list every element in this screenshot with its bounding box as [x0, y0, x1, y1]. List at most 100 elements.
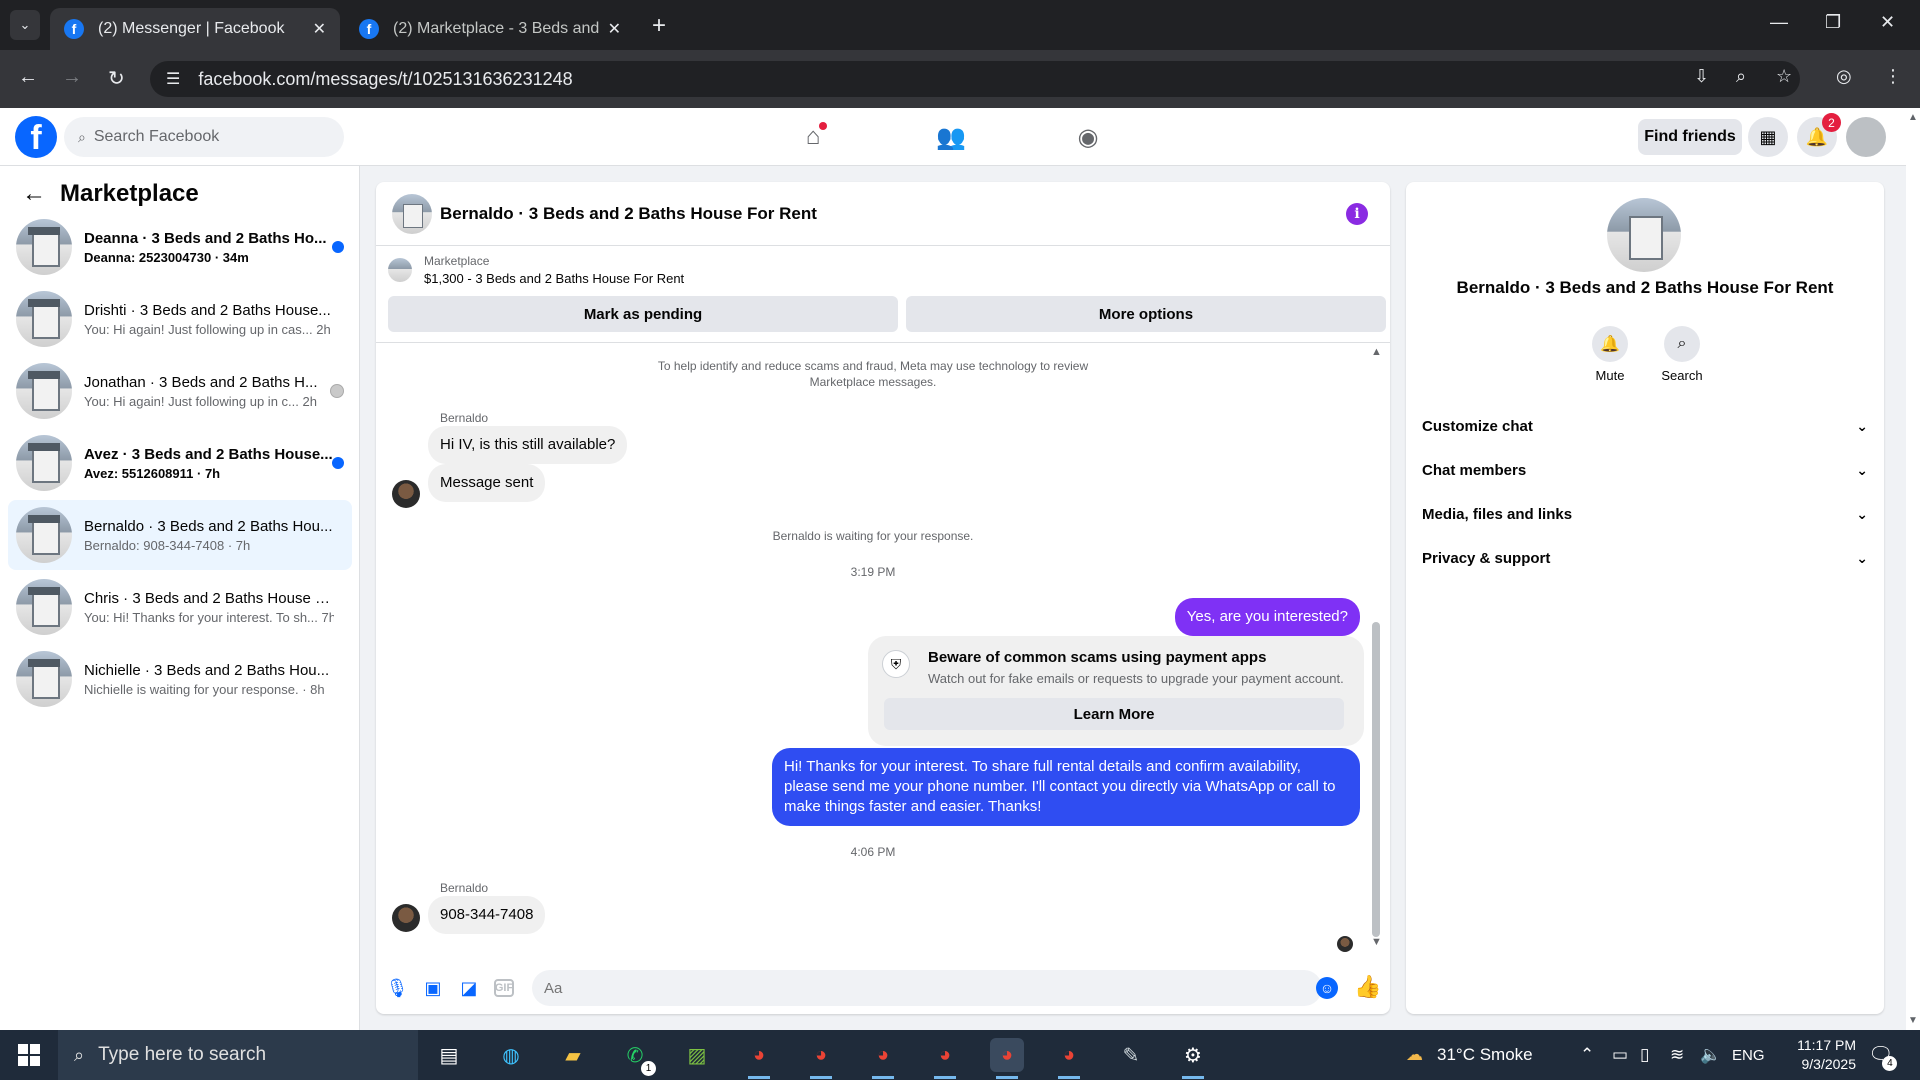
notification-center-icon[interactable]: 🗨 4 — [1868, 1042, 1898, 1071]
conversation-preview: Bernaldo: 908-344-7408 — [84, 537, 225, 553]
incoming-message[interactable]: 908-344-7408 — [428, 896, 546, 934]
tab-messenger[interactable]: f (2) Messenger | Facebook ✕ — [50, 8, 340, 50]
scroll-down-arrow-icon[interactable]: ▼ — [1371, 936, 1382, 948]
section-label: Customize chat — [1422, 417, 1533, 435]
sender-avatar[interactable] — [392, 904, 420, 932]
restore-icon[interactable]: ❐ — [1825, 12, 1841, 33]
conversation-item[interactable]: Chris · 3 Beds and 2 Baths House F... Yo… — [8, 572, 352, 642]
info-icon[interactable]: i — [1346, 203, 1368, 225]
scroll-up-arrow-icon[interactable]: ▲ — [1908, 112, 1918, 123]
scroll-down-arrow-icon[interactable]: ▼ — [1908, 1015, 1918, 1026]
close-window-icon[interactable]: ✕ — [1880, 12, 1895, 33]
account-avatar[interactable] — [1846, 117, 1886, 157]
conversation-item[interactable]: Nichielle · 3 Beds and 2 Baths Hou... Ni… — [8, 644, 352, 714]
sticker-icon[interactable]: ◪ — [458, 977, 480, 999]
chrome-profile-icon[interactable]: ◕ — [928, 1038, 962, 1079]
groups-nav-icon[interactable]: ◉ — [1068, 120, 1108, 154]
mute-action[interactable]: 🔔 Mute — [1580, 326, 1640, 383]
site-info-icon[interactable]: ☰ — [166, 69, 180, 89]
conversation-preview: You: Hi! Thanks for your interest. To sh… — [84, 609, 318, 625]
chat-scrollbar[interactable] — [1372, 622, 1380, 937]
message-input[interactable] — [532, 970, 1322, 1006]
incoming-message[interactable]: Message sent — [428, 464, 546, 502]
gif-icon[interactable]: GIF — [494, 979, 514, 997]
conversation-item[interactable]: Avez · 3 Beds and 2 Baths House... Avez:… — [8, 428, 352, 498]
settings-gear-icon[interactable]: ⚙ — [1176, 1038, 1210, 1079]
section-chat-members[interactable]: Chat members ⌄ — [1422, 450, 1868, 490]
scroll-up-arrow-icon[interactable]: ▲ — [1371, 346, 1382, 358]
profile-icon[interactable]: ◎ — [1836, 66, 1852, 87]
paint-app-icon[interactable]: ▨ — [680, 1038, 714, 1072]
taskbar-search-box[interactable]: ⌕ Type here to search — [58, 1030, 418, 1080]
windows-start-icon[interactable] — [18, 1044, 40, 1066]
back-arrow-icon[interactable]: ← — [22, 180, 46, 208]
show-hidden-icons-icon[interactable]: ⌃ — [1580, 1030, 1594, 1080]
outgoing-message[interactable]: Hi! Thanks for your interest. To share f… — [772, 748, 1360, 826]
task-view-icon[interactable]: ▤ — [432, 1038, 466, 1072]
page-scrollbar[interactable]: ▲ ▼ — [1906, 108, 1920, 1030]
battery-icon[interactable]: ▯ — [1640, 1030, 1649, 1080]
paint-brush-app-icon[interactable]: ✎ — [1114, 1038, 1148, 1072]
menu-kebab-icon[interactable]: ⋮ — [1884, 66, 1902, 87]
conversation-item-selected[interactable]: Bernaldo · 3 Beds and 2 Baths Hou... Ber… — [8, 500, 352, 570]
volume-icon[interactable]: 🔈 — [1700, 1030, 1721, 1080]
friends-nav-icon[interactable]: 👥 — [931, 120, 971, 154]
close-tab-icon[interactable]: ✕ — [313, 19, 326, 39]
forward-icon[interactable]: → — [62, 66, 82, 89]
listing-thumbnail — [16, 507, 72, 563]
back-icon[interactable]: ← — [18, 66, 38, 89]
zoom-icon[interactable]: ⌕ — [1736, 66, 1746, 87]
thumbs-up-icon[interactable]: 👍 — [1354, 974, 1381, 1000]
emoji-icon[interactable]: ☺ — [1316, 977, 1338, 999]
chrome-profile-icon[interactable]: ◕ — [742, 1038, 776, 1079]
incoming-message[interactable]: Hi IV, is this still available? — [428, 426, 628, 464]
bookmark-star-icon[interactable]: ☆ — [1776, 66, 1792, 87]
photo-attach-icon[interactable]: ▣ — [422, 977, 444, 999]
marketplace-listing-banner[interactable]: Marketplace $1,300 - 3 Beds and 2 Baths … — [388, 254, 684, 286]
search-action[interactable]: ⌕ Search — [1652, 326, 1712, 383]
whatsapp-icon[interactable]: ✆ 1 — [618, 1038, 656, 1076]
section-customize-chat[interactable]: Customize chat ⌄ — [1422, 406, 1868, 446]
close-tab-icon[interactable]: ✕ — [608, 19, 621, 39]
section-privacy-support[interactable]: Privacy & support ⌄ — [1422, 538, 1868, 578]
conversation-item[interactable]: Jonathan · 3 Beds and 2 Baths H... You: … — [8, 356, 352, 426]
tab-search-button[interactable]: ⌄ — [10, 10, 40, 40]
edge-browser-icon[interactable]: ◍ — [494, 1038, 528, 1072]
chrome-profile-icon[interactable]: ◕ — [1052, 1038, 1086, 1079]
conversation-item[interactable]: Deanna · 3 Beds and 2 Baths Ho... Deanna… — [8, 212, 352, 282]
notifications-bell-icon[interactable]: 🔔 2 — [1797, 113, 1841, 157]
system-clock[interactable]: 11:17 PM 9/3/2025 — [1780, 1036, 1856, 1074]
facebook-search-input[interactable]: ⌕ Search Facebook — [64, 117, 344, 157]
language-indicator[interactable]: ENG — [1732, 1030, 1765, 1080]
chat-title[interactable]: Bernaldo · 3 Beds and 2 Baths House For … — [440, 204, 817, 224]
microphone-icon[interactable]: 🎙 — [386, 977, 409, 999]
menu-grid-icon[interactable]: ▦ — [1748, 117, 1788, 157]
facebook-favicon-icon: f — [359, 19, 379, 39]
reload-icon[interactable]: ↻ — [108, 66, 125, 91]
more-options-button[interactable]: More options — [906, 296, 1386, 332]
section-media-files-links[interactable]: Media, files and links ⌄ — [1422, 494, 1868, 534]
chrome-profile-icon[interactable]: ◕ — [866, 1038, 900, 1079]
notification-badge: 2 — [1822, 113, 1841, 132]
meet-now-icon[interactable]: ▭ — [1612, 1030, 1628, 1080]
new-tab-button[interactable]: + — [652, 12, 666, 40]
mark-as-pending-button[interactable]: Mark as pending — [388, 296, 898, 332]
weather-widget[interactable]: ☁ 31°C Smoke — [1406, 1030, 1533, 1080]
wifi-icon[interactable]: ≋ — [1670, 1030, 1684, 1080]
chat-listing-thumbnail[interactable] — [392, 193, 432, 234]
install-app-icon[interactable]: ⇩ — [1694, 66, 1709, 87]
file-explorer-icon[interactable]: ▰ — [556, 1038, 590, 1072]
facebook-logo-icon[interactable]: f — [15, 116, 57, 158]
home-nav-icon[interactable]: ⌂ — [793, 120, 833, 154]
find-friends-button[interactable]: Find friends — [1638, 119, 1742, 155]
outgoing-message[interactable]: Yes, are you interested? — [1174, 598, 1360, 636]
listing-large-thumbnail[interactable] — [1607, 198, 1681, 272]
chrome-profile-icon[interactable]: ◕ — [990, 1038, 1024, 1079]
learn-more-button[interactable]: Learn More — [884, 698, 1344, 730]
address-bar[interactable]: ☰ facebook.com/messages/t/10251316362312… — [150, 61, 1800, 97]
chrome-profile-icon[interactable]: ◕ — [804, 1038, 838, 1079]
tab-marketplace[interactable]: f (2) Marketplace - 3 Beds and 2 ✕ — [345, 8, 635, 50]
conversation-item[interactable]: Drishti · 3 Beds and 2 Baths House... Yo… — [8, 284, 352, 354]
sender-avatar[interactable] — [392, 480, 420, 508]
minimize-icon[interactable]: — — [1770, 12, 1788, 33]
